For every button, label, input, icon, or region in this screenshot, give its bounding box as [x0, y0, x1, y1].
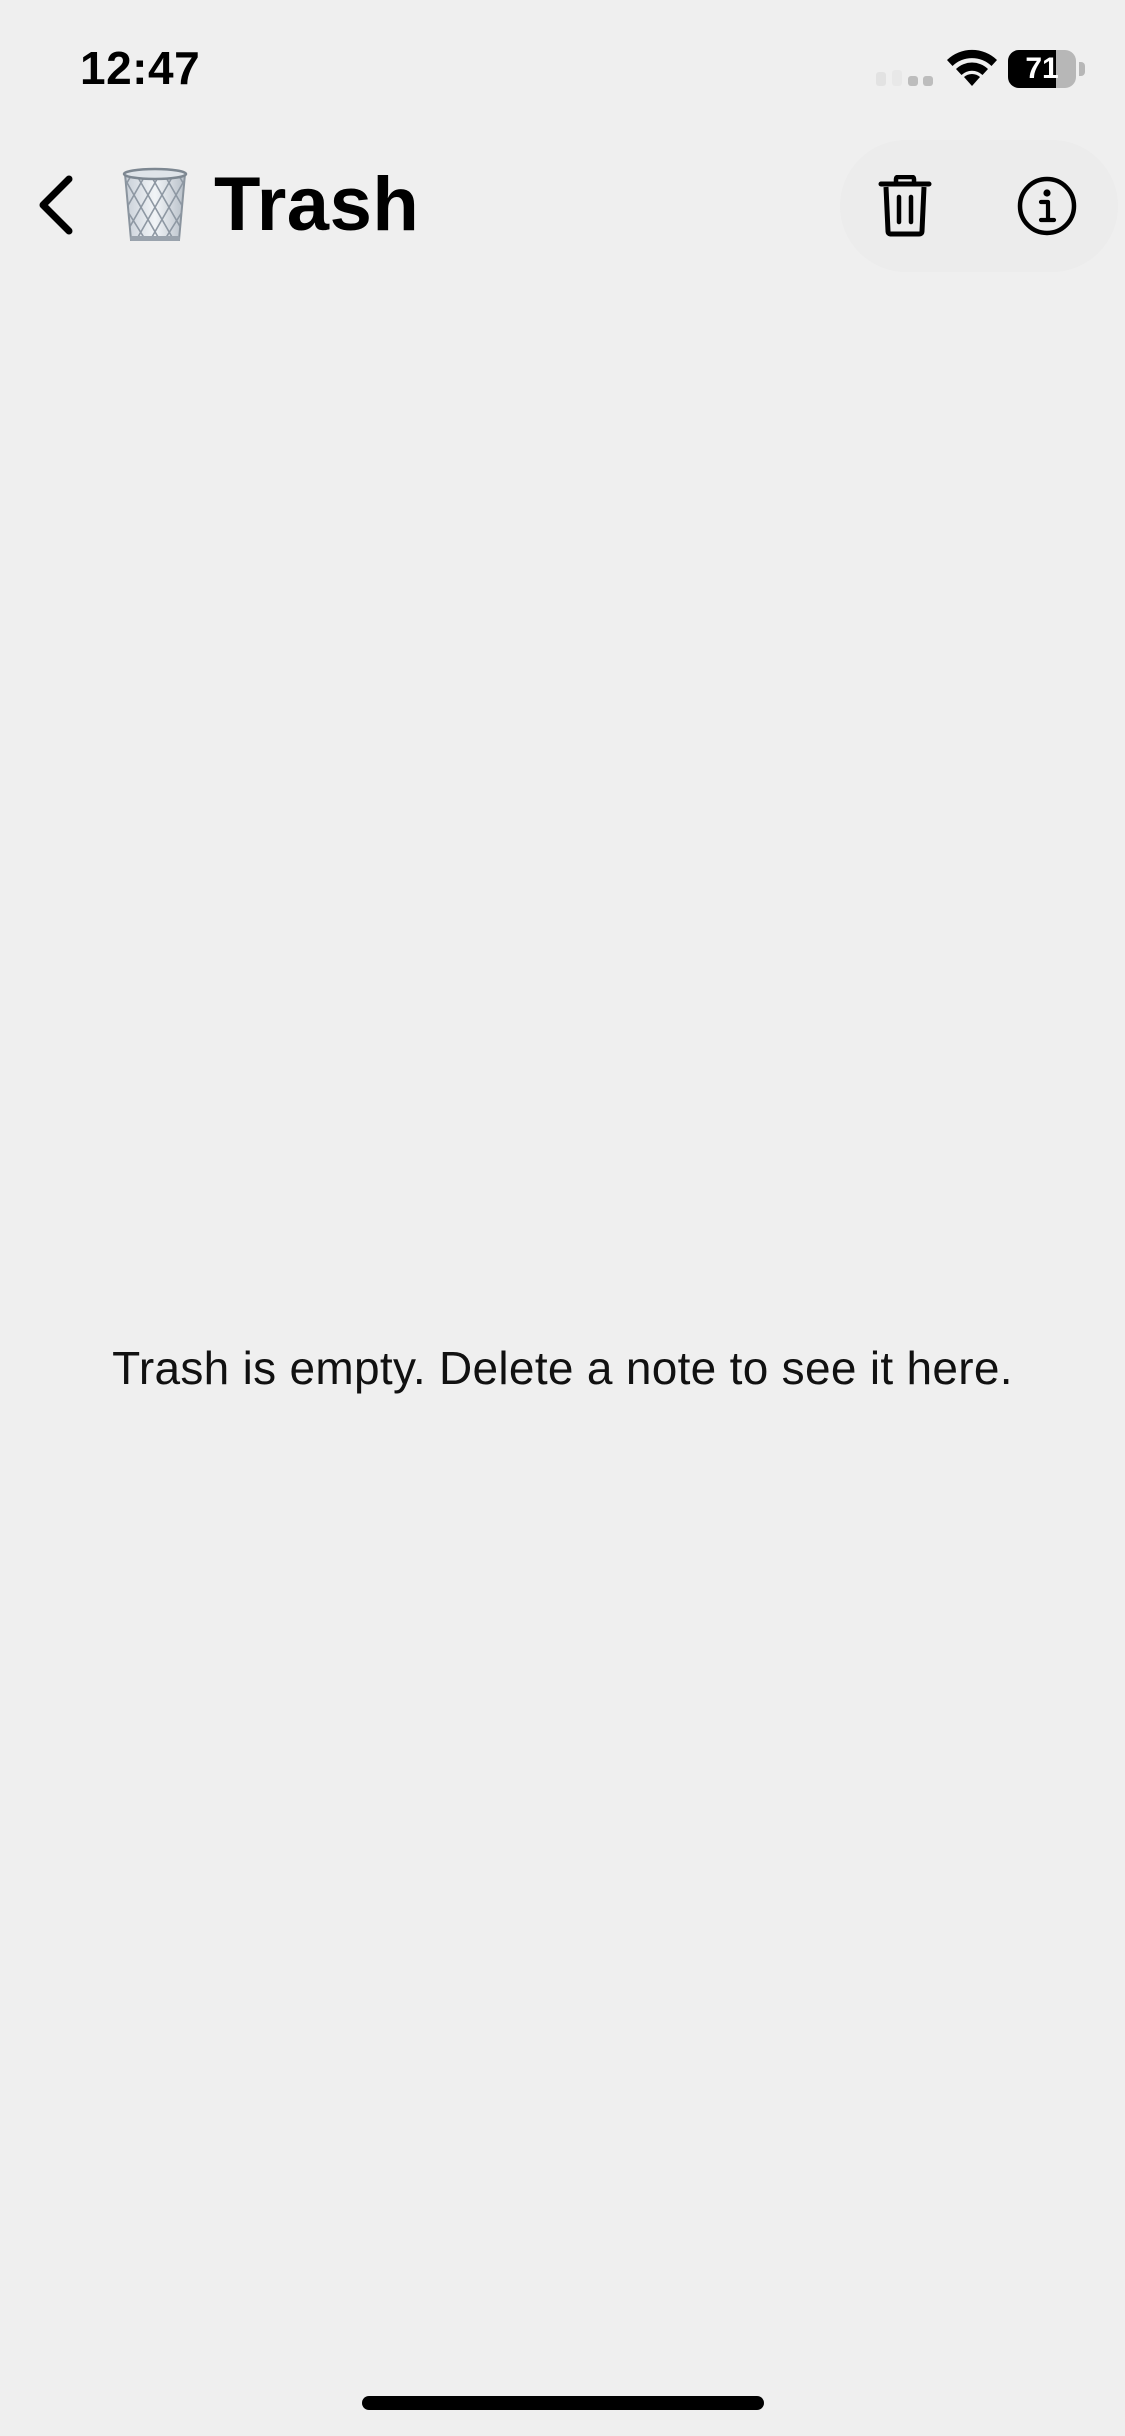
info-button[interactable] [982, 140, 1112, 272]
page-title: Trash [214, 162, 420, 247]
delete-all-button[interactable] [840, 140, 970, 272]
chevron-left-icon [39, 175, 73, 235]
home-indicator[interactable] [362, 2396, 764, 2410]
header-actions [840, 140, 1118, 272]
battery-cap [1079, 62, 1085, 76]
status-time: 12:47 [80, 42, 201, 94]
battery-body: 71 [1008, 50, 1076, 88]
back-button[interactable] [20, 160, 90, 250]
info-circle-icon [1017, 176, 1077, 236]
title-group: Trash [118, 160, 419, 250]
wifi-icon [947, 49, 997, 86]
battery-indicator: 71 [1008, 50, 1086, 88]
battery-level: 71 [1025, 52, 1059, 85]
trash-icon [878, 175, 932, 237]
wastebasket-icon [122, 167, 188, 241]
cellular-signal-icon [876, 70, 933, 86]
empty-state-message: Trash is empty. Delete a note to see it … [112, 1342, 1013, 1394]
navigation-header: Trash [0, 140, 1125, 272]
status-bar: 12:47 71 [0, 0, 1125, 140]
